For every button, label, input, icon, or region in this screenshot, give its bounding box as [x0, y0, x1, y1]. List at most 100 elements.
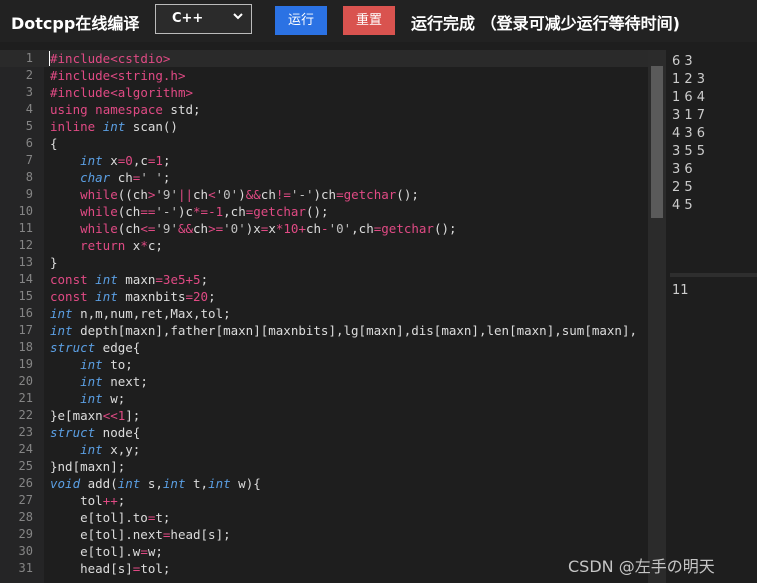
code-line[interactable]: 9 while((ch>'9'||ch<'0')&&ch!='-')ch=get…: [0, 186, 648, 203]
code-line[interactable]: 6{: [0, 135, 648, 152]
code-text[interactable]: e[tol].to=t;: [50, 509, 170, 526]
input-line: 3 5 5: [672, 144, 706, 159]
code-line[interactable]: 28 e[tol].to=t;: [0, 509, 648, 526]
code-text[interactable]: const int maxnbits=20;: [50, 288, 216, 305]
code-line[interactable]: 1 #include<cstdio>: [0, 50, 648, 67]
line-number: 4: [25, 102, 33, 116]
text-cursor: [49, 51, 50, 66]
top-bar: Dotcpp在线编译 C++ 运行 重置 运行完成 （登录可减少运行等待时间): [0, 0, 757, 42]
input-line: 3 6: [672, 162, 693, 177]
code-text[interactable]: int w;: [50, 390, 125, 407]
code-text[interactable]: #include<cstdio>: [50, 50, 170, 67]
code-line[interactable]: 25 }nd[maxn];: [0, 458, 648, 475]
input-line: 4 3 6: [672, 126, 706, 141]
code-line[interactable]: 8 char ch=' ';: [0, 169, 648, 186]
language-value: C++: [172, 11, 204, 26]
code-text[interactable]: tol++;: [50, 492, 125, 509]
code-line[interactable]: 24 int x,y;: [0, 441, 648, 458]
code-line[interactable]: 4 using namespace std;: [0, 101, 648, 118]
code-text[interactable]: int depth[maxn],father[maxn][maxnbits],l…: [50, 322, 637, 339]
code-text[interactable]: #include<string.h>: [50, 67, 185, 84]
editor-scrollbar[interactable]: [648, 50, 666, 583]
code-text[interactable]: inline int scan(): [50, 118, 178, 135]
code-text[interactable]: char ch=' ';: [50, 169, 170, 186]
code-line[interactable]: 21 int w;: [0, 390, 648, 407]
reset-button[interactable]: 重置: [343, 6, 395, 35]
code-line[interactable]: 27 tol++;: [0, 492, 648, 509]
code-line[interactable]: 7 int x=0,c=1;: [0, 152, 648, 169]
line-number: 25: [18, 459, 33, 473]
code-line[interactable]: 5 inline int scan(): [0, 118, 648, 135]
code-text[interactable]: int x=0,c=1;: [50, 152, 170, 169]
line-number: 28: [18, 510, 33, 524]
code-line[interactable]: 12 return x*c;: [0, 237, 648, 254]
chevron-down-icon: [233, 13, 243, 20]
code-line[interactable]: 16 int n,m,num,ret,Max,tol;: [0, 305, 648, 322]
code-text[interactable]: int n,m,num,ret,Max,tol;: [50, 305, 231, 322]
line-number: 1: [25, 51, 33, 65]
line-number: 30: [18, 544, 33, 558]
code-line[interactable]: 23 struct node{: [0, 424, 648, 441]
line-number: 14: [18, 272, 33, 286]
code-text[interactable]: }nd[maxn];: [50, 458, 125, 475]
code-line[interactable]: 13}: [0, 254, 648, 271]
language-select[interactable]: C++: [155, 4, 252, 34]
code-text[interactable]: e[tol].w=w;: [50, 543, 163, 560]
code-text[interactable]: head[s]=tol;: [50, 560, 170, 577]
code-line[interactable]: 20 int next;: [0, 373, 648, 390]
line-number: 13: [18, 255, 33, 269]
code-text[interactable]: {: [50, 135, 58, 152]
code-line[interactable]: 29 e[tol].next=head[s];: [0, 526, 648, 543]
code-line[interactable]: 22}e[maxn<<1];: [0, 407, 648, 424]
code-text[interactable]: int x,y;: [50, 441, 140, 458]
line-number: 19: [18, 357, 33, 371]
line-number: 10: [18, 204, 33, 218]
code-text[interactable]: struct node{: [50, 424, 140, 441]
code-text[interactable]: while(ch=='-')c*=-1,ch=getchar();: [50, 203, 328, 220]
code-line[interactable]: 3 #include<algorithm>: [0, 84, 648, 101]
code-text[interactable]: void add(int s,int t,int w){: [50, 475, 261, 492]
code-line[interactable]: 2 #include<string.h>: [0, 67, 648, 84]
line-number: 29: [18, 527, 33, 541]
line-number: 5: [25, 119, 33, 133]
line-number: 24: [18, 442, 33, 456]
code-line[interactable]: 18 struct edge{: [0, 339, 648, 356]
code-line[interactable]: 31 head[s]=tol;: [0, 560, 648, 577]
code-text[interactable]: while((ch>'9'||ch<'0')&&ch!='-')ch=getch…: [50, 186, 419, 203]
code-text[interactable]: struct edge{: [50, 339, 140, 356]
code-text[interactable]: int next;: [50, 373, 148, 390]
line-number: 16: [18, 306, 33, 320]
run-button[interactable]: 运行: [275, 6, 327, 35]
line-number: 27: [18, 493, 33, 507]
code-line[interactable]: 11 while(ch<='9'&&ch>='0')x=x*10+ch-'0',…: [0, 220, 648, 237]
code-text[interactable]: e[tol].next=head[s];: [50, 526, 231, 543]
code-text[interactable]: while(ch<='9'&&ch>='0')x=x*10+ch-'0',ch=…: [50, 220, 456, 237]
input-line: 1 2 3: [672, 72, 706, 87]
code-lines[interactable]: 1 #include<cstdio> 2 #include<string.h> 3 #in…: [0, 50, 648, 577]
code-line[interactable]: 17 int depth[maxn],father[maxn][maxnbits]…: [0, 322, 648, 339]
app-title: Dotcpp在线编译: [11, 14, 140, 33]
code-text[interactable]: #include<algorithm>: [50, 84, 193, 101]
line-number: 31: [18, 561, 33, 575]
input-area[interactable]: 6 3 1 2 3 1 6 4 3 1 7 4 3 6 3 5 5 3 6 2 5 4 5: [672, 53, 705, 215]
code-text[interactable]: }: [50, 254, 58, 271]
code-line[interactable]: 30 e[tol].w=w;: [0, 543, 648, 560]
code-line[interactable]: 10 while(ch=='-')c*=-1,ch=getchar();: [0, 203, 648, 220]
input-line: 6 3: [672, 54, 693, 69]
output-area: 11: [672, 283, 689, 298]
scrollbar-thumb[interactable]: [651, 66, 663, 218]
code-text[interactable]: }e[maxn<<1];: [50, 407, 140, 424]
line-number: 2: [25, 68, 33, 82]
code-line[interactable]: 19 int to;: [0, 356, 648, 373]
code-text[interactable]: using namespace std;: [50, 101, 201, 118]
line-number: 12: [18, 238, 33, 252]
code-editor[interactable]: 1 #include<cstdio> 2 #include<string.h> 3 #in…: [0, 50, 648, 583]
code-line[interactable]: 26 void add(int s,int t,int w){: [0, 475, 648, 492]
line-number: 8: [25, 170, 33, 184]
code-text[interactable]: return x*c;: [50, 237, 163, 254]
code-text[interactable]: const int maxn=3e5+5;: [50, 271, 208, 288]
code-line[interactable]: 15 const int maxnbits=20;: [0, 288, 648, 305]
code-text[interactable]: int to;: [50, 356, 133, 373]
line-number: 18: [18, 340, 33, 354]
code-line[interactable]: 14 const int maxn=3e5+5;: [0, 271, 648, 288]
